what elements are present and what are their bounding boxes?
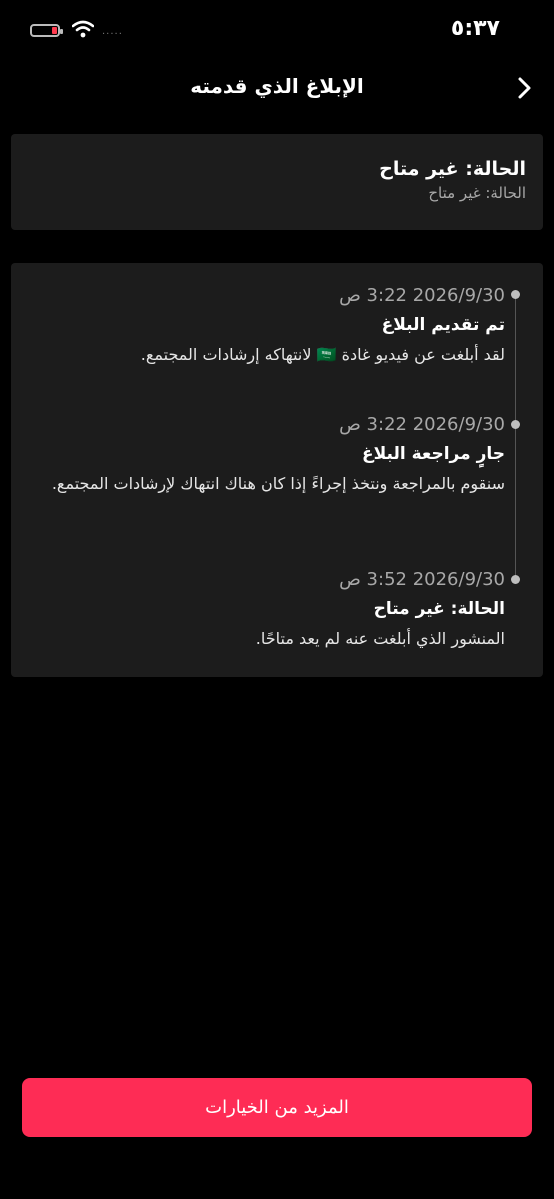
battery-icon xyxy=(30,24,63,37)
status-time: ٥:٣٧ xyxy=(450,16,500,41)
status-card: الحالة: غير متاح الحالة: غير متاح xyxy=(11,134,543,230)
timeline-dot xyxy=(511,290,520,299)
status-title: الحالة: غير متاح xyxy=(379,158,526,180)
header: الإبلاغ الذي قدمته xyxy=(0,60,554,116)
timeline-entry-status: 2026/9/30 3:52 ص الحالة: غير متاح المنشو… xyxy=(25,567,505,653)
timeline-entry-reviewing: 2026/9/30 3:22 ص جارٍ مراجعة البلاغ سنقو… xyxy=(25,412,505,498)
timeline-card: 2026/9/30 3:22 ص تم تقديم البلاغ لقد أبل… xyxy=(11,263,543,677)
timeline-description: المنشور الذي أبلغت عنه لم يعد متاحًا. xyxy=(255,629,505,648)
timeline-description: لقد أبلغت عن فيديو غادة 🇸🇦 لانتهاكه إرشا… xyxy=(140,345,505,364)
timeline-title: جارٍ مراجعة البلاغ xyxy=(361,444,505,464)
signal-icon: ..... xyxy=(102,26,123,37)
back-chevron-icon[interactable] xyxy=(512,74,536,102)
timeline-dot xyxy=(511,420,520,429)
timeline-entry-submitted: 2026/9/30 3:22 ص تم تقديم البلاغ لقد أبل… xyxy=(25,283,505,369)
status-subtitle: الحالة: غير متاح xyxy=(428,184,526,202)
more-options-button[interactable]: المزيد من الخيارات xyxy=(22,1078,532,1137)
timeline-title: الحالة: غير متاح xyxy=(373,599,505,619)
timeline-time: 2026/9/30 3:22 ص xyxy=(339,285,505,306)
timeline-line xyxy=(515,298,516,581)
timeline-description: سنقوم بالمراجعة ونتخذ إجراءً إذا كان هنا… xyxy=(51,474,505,493)
wifi-icon xyxy=(72,20,94,38)
timeline-title: تم تقديم البلاغ xyxy=(381,315,505,335)
page-title: الإبلاغ الذي قدمته xyxy=(190,74,364,98)
timeline-dot xyxy=(511,575,520,584)
timeline-time: 2026/9/30 3:22 ص xyxy=(339,414,505,435)
status-bar: ..... ٥:٣٧ xyxy=(0,0,554,60)
timeline-time: 2026/9/30 3:52 ص xyxy=(339,569,505,590)
